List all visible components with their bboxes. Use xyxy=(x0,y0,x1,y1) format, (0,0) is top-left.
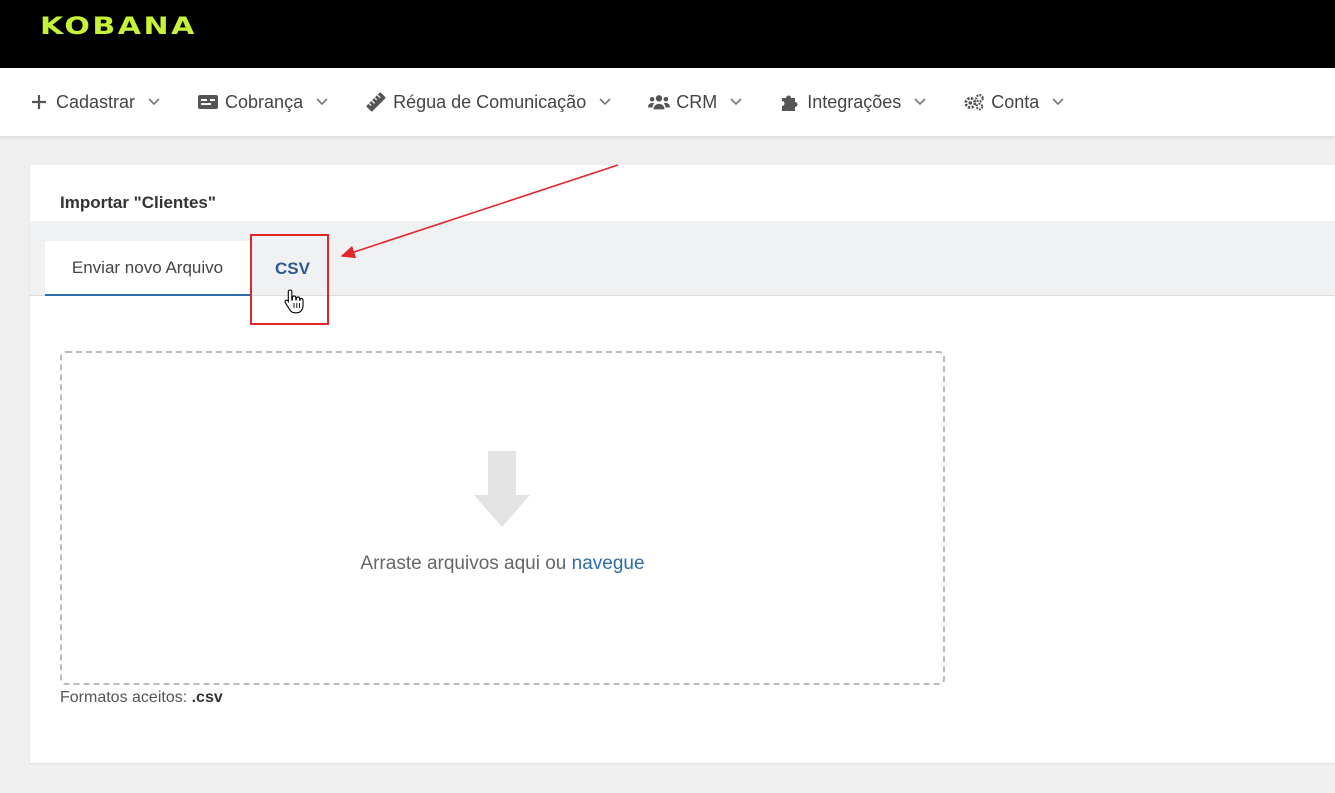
accepted-formats: Formatos aceitos: .csv xyxy=(60,689,223,707)
nav-label: Régua de Comunicação xyxy=(393,91,587,112)
hand-cursor-icon xyxy=(284,288,304,319)
dropzone-instruction: Arraste arquivos aqui ou xyxy=(360,553,567,574)
nav-crm[interactable]: CRM xyxy=(648,91,743,113)
chevron-down-icon xyxy=(147,97,161,107)
nav-label: Cobrança xyxy=(225,91,304,112)
chevron-down-icon xyxy=(913,97,927,107)
arrow-down-icon xyxy=(474,451,530,532)
nav-regua[interactable]: Régua de Comunicação xyxy=(365,91,612,113)
nav-label: CRM xyxy=(676,91,718,112)
tab-bar: Enviar novo Arquivo CSV xyxy=(30,221,1335,296)
ruler-icon xyxy=(365,91,387,113)
puzzle-icon xyxy=(779,91,801,113)
nav-cobranca[interactable]: Cobrança xyxy=(197,91,329,113)
formats-value: .csv xyxy=(191,689,223,706)
formats-label: Formatos aceitos: xyxy=(60,689,188,706)
tab-enviar-novo-arquivo[interactable]: Enviar novo Arquivo xyxy=(45,241,250,296)
import-card: Importar "Clientes" Enviar novo Arquivo … xyxy=(30,165,1335,763)
page-title: Importar "Clientes" xyxy=(60,193,216,212)
chevron-down-icon xyxy=(315,97,329,107)
nav-label: Integrações xyxy=(807,91,902,112)
chevron-down-icon xyxy=(598,97,612,107)
chevron-down-icon xyxy=(1051,97,1065,107)
nav-label: Cadastrar xyxy=(56,91,136,112)
browse-link[interactable]: navegue xyxy=(572,553,645,574)
nav-label: Conta xyxy=(991,91,1040,112)
dropzone-text: Arraste arquivos aqui ou navegue xyxy=(62,553,943,575)
file-dropzone[interactable]: Arraste arquivos aqui ou navegue xyxy=(60,351,945,685)
kobana-logo[interactable]: KOBANA xyxy=(40,12,197,40)
top-bar: KOBANA xyxy=(0,0,1335,68)
gears-icon xyxy=(963,91,985,113)
chevron-down-icon xyxy=(729,97,743,107)
nav-integracoes[interactable]: Integrações xyxy=(779,91,927,113)
users-icon xyxy=(648,91,671,113)
nav-conta[interactable]: Conta xyxy=(963,91,1065,113)
id-card-icon xyxy=(197,91,219,113)
plus-icon xyxy=(28,91,50,113)
main-nav: Cadastrar Cobrança Régua de Comunicação … xyxy=(0,68,1335,136)
nav-cadastrar[interactable]: Cadastrar xyxy=(28,91,161,113)
